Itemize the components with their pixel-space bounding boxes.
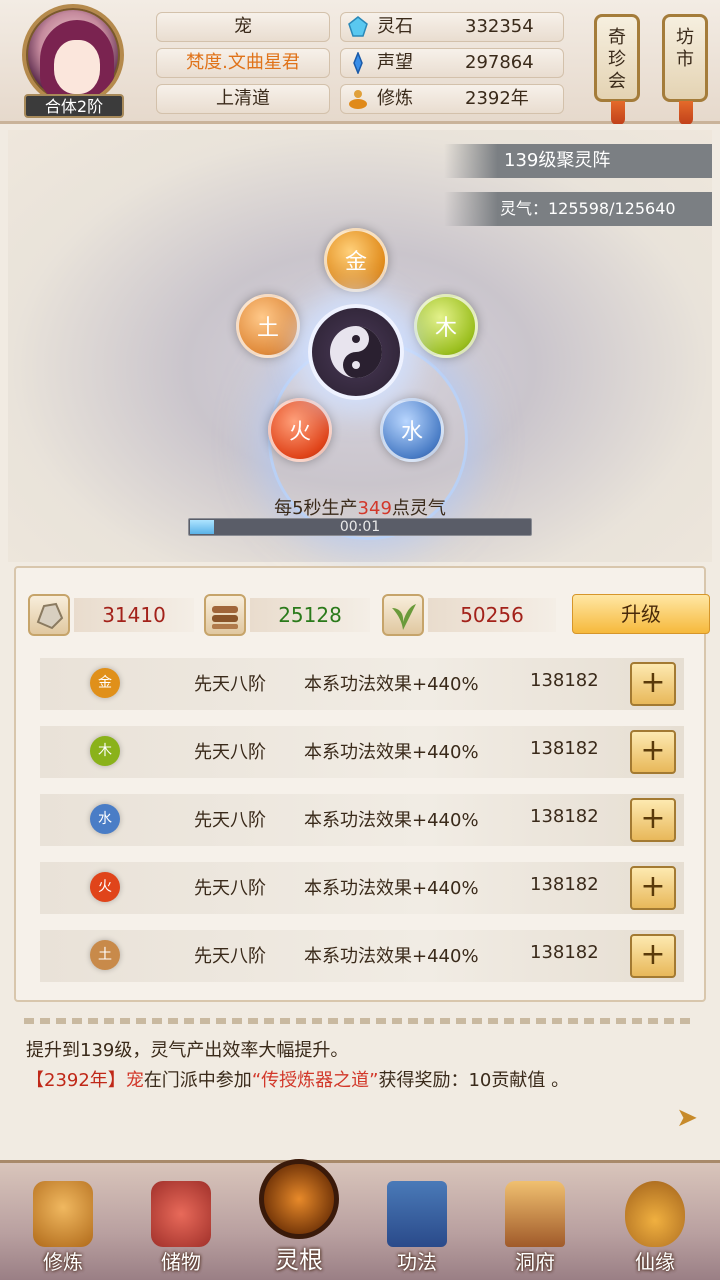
spirit-stone-icon: [348, 16, 368, 37]
spirit-stone-stat: 灵石 332354: [340, 12, 564, 42]
top-header: 合体2阶 宠 梵度.文曲星君 上清道 灵石 332354 声望 297864 修…: [0, 0, 720, 125]
log-line-2: 【2392年】宠在门派中参加“传授炼器之道”获得奖励：10贡献值 。: [26, 1070, 570, 1091]
nav-cultivate[interactable]: 修炼: [8, 1173, 118, 1280]
log-line-1: 提升到139级，灵气产出效率大幅提升。: [26, 1040, 349, 1061]
cultivation-stat: 修炼 2392年: [340, 84, 564, 114]
market-button[interactable]: 坊市: [662, 14, 708, 125]
production-rate: 每5秒生产349点灵气: [274, 498, 446, 519]
herb-amount: 50256: [428, 598, 556, 632]
realm-badge: 合体2阶: [24, 94, 124, 118]
array-level-label: 139级聚灵阵: [444, 144, 712, 178]
element-row-gold: 金 先天八阶 本系功法效果+440% 138182 +: [40, 658, 684, 710]
element-earth-orb[interactable]: 土: [236, 294, 300, 358]
element-water-orb[interactable]: 水: [380, 398, 444, 462]
element-fire-orb[interactable]: 火: [268, 398, 332, 462]
yinyang-core[interactable]: [308, 304, 404, 400]
resource-row: 31410 25128 50256 升级: [28, 594, 710, 638]
log-next-arrow-icon[interactable]: ➤: [670, 1102, 704, 1136]
yinyang-icon: [330, 326, 382, 378]
nav-techniques[interactable]: 功法: [362, 1173, 472, 1280]
spirit-root-icon: [259, 1159, 339, 1239]
character-name: 宠: [156, 12, 330, 42]
nav-storage[interactable]: 储物: [126, 1173, 236, 1280]
nav-immortal-fate[interactable]: 仙缘: [600, 1173, 710, 1280]
nav-cave-house[interactable]: 洞府: [480, 1173, 590, 1280]
meditation-icon: [33, 1181, 93, 1247]
upgrade-panel: 31410 25128 50256 升级 金 先天八阶 本系功法效果+440% …: [14, 566, 710, 1002]
prestige-stat: 声望 297864: [340, 48, 564, 78]
bottom-nav: 修炼 储物 灵根 功法 洞府 仙缘: [0, 1159, 720, 1280]
earth-element-icon: 土: [90, 940, 120, 970]
cultivation-icon: [349, 90, 367, 109]
gold-element-icon: 金: [90, 668, 120, 698]
plus-button-water[interactable]: +: [630, 798, 676, 842]
plus-button-gold[interactable]: +: [630, 662, 676, 706]
element-row-water: 水 先天八阶 本系功法效果+440% 138182 +: [40, 794, 684, 846]
herb-icon: [382, 594, 424, 636]
nav-spirit-root[interactable]: 灵根: [244, 1159, 354, 1280]
prestige-icon: [353, 52, 363, 74]
plus-button-fire[interactable]: +: [630, 866, 676, 910]
treasure-fair-button[interactable]: 奇珍会: [594, 14, 640, 125]
sect-name: 上清道: [156, 84, 330, 114]
ore-amount: 31410: [74, 598, 194, 632]
qi-counter: 灵气：125598/125640: [444, 192, 712, 226]
element-row-wood: 木 先天八阶 本系功法效果+440% 138182 +: [40, 726, 684, 778]
event-log: 提升到139级，灵气产出效率大幅提升。 【2392年】宠在门派中参加“传授炼器之…: [26, 1036, 706, 1096]
upgrade-button[interactable]: 升级: [572, 594, 710, 634]
avatar[interactable]: 合体2阶: [18, 4, 128, 118]
main-panel: 139级聚灵阵 灵气：125598/125640 金 土 木 火 水 每5秒生产…: [0, 124, 720, 1160]
fire-element-icon: 火: [90, 872, 120, 902]
water-element-icon: 水: [90, 804, 120, 834]
avatar-portrait[interactable]: [22, 4, 124, 106]
element-row-fire: 火 先天八阶 本系功法效果+440% 138182 +: [40, 862, 684, 914]
scroll-book-icon: [387, 1181, 447, 1247]
progress-timer: 00:01: [339, 519, 381, 535]
tassel-ornament: [611, 101, 625, 125]
character-title[interactable]: 梵度.文曲星君: [156, 48, 330, 78]
plus-button-wood[interactable]: +: [630, 730, 676, 774]
pouch-icon: [151, 1181, 211, 1247]
gourd-icon: [625, 1181, 685, 1247]
plus-button-earth[interactable]: +: [630, 934, 676, 978]
element-row-earth: 土 先天八阶 本系功法效果+440% 138182 +: [40, 930, 684, 982]
tassel-ornament: [679, 101, 693, 125]
wood-amount: 25128: [250, 598, 370, 632]
element-wood-orb[interactable]: 木: [414, 294, 478, 358]
ornament-divider: [24, 1018, 696, 1024]
production-progress-bar: 00:01: [188, 518, 532, 536]
wood-logs-icon: [204, 594, 246, 636]
element-gold-orb[interactable]: 金: [324, 228, 388, 292]
cave-house-icon: [505, 1181, 565, 1247]
wood-element-icon: 木: [90, 736, 120, 766]
ore-icon: [28, 594, 70, 636]
